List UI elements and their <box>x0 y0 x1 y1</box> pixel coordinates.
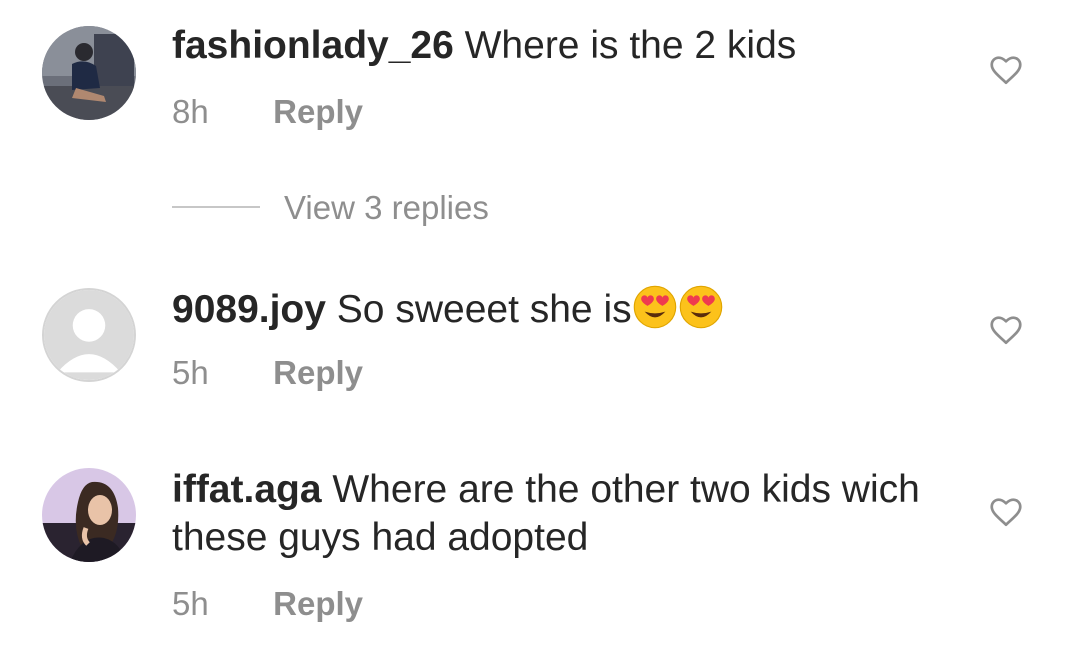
comment-username[interactable]: iffat.aga <box>172 468 322 511</box>
heart-outline-icon[interactable] <box>988 494 1024 530</box>
avatar[interactable] <box>42 468 136 562</box>
avatar[interactable] <box>42 26 136 120</box>
comment-text: So sweeet she is <box>336 288 632 331</box>
comment-meta: 5h Reply <box>172 353 363 393</box>
comment-timestamp: 5h <box>172 354 209 391</box>
heart-outline-icon[interactable] <box>988 312 1024 348</box>
comment-username[interactable]: 9089.joy <box>172 288 326 331</box>
comment-text: Where is the 2 kids <box>464 24 797 67</box>
comment-body: 9089.joy So sweeet she is <box>172 284 942 334</box>
comment-timestamp: 8h <box>172 93 209 130</box>
comment-meta: 5h Reply <box>172 584 363 624</box>
heart-outline-icon[interactable] <box>988 52 1024 88</box>
heart-eyes-emoji <box>633 285 676 329</box>
view-replies-label[interactable]: View 3 replies <box>284 188 489 228</box>
comment-body: iffat.aga Where are the other two kids w… <box>172 466 942 562</box>
reply-button[interactable]: Reply <box>273 354 363 391</box>
view-replies-divider <box>172 206 260 208</box>
comment-body: fashionlady_26 Where is the 2 kids <box>172 22 942 70</box>
reply-button[interactable]: Reply <box>273 585 363 622</box>
heart-eyes-emoji <box>679 285 722 329</box>
avatar[interactable] <box>42 288 136 382</box>
reply-button[interactable]: Reply <box>273 93 363 130</box>
comment-timestamp: 5h <box>172 585 209 622</box>
comment-username[interactable]: fashionlady_26 <box>172 24 454 67</box>
comment-meta: 8h Reply <box>172 92 363 132</box>
